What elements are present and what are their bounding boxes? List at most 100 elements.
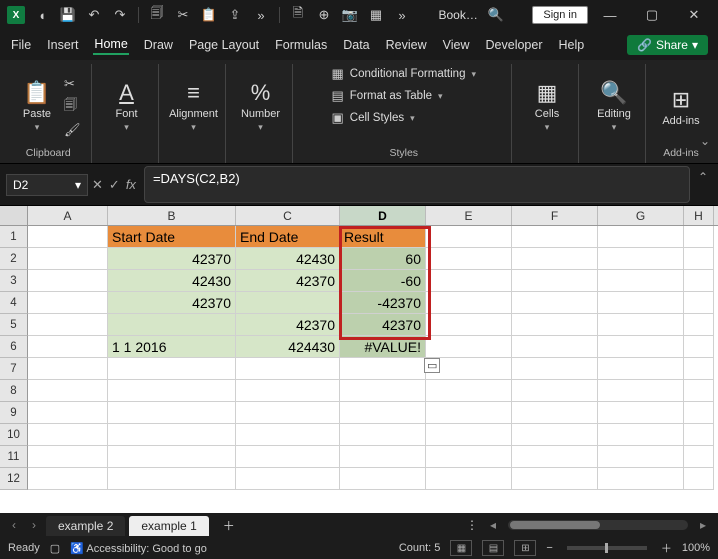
cell-D12[interactable]: [340, 468, 426, 490]
sheet-options-icon[interactable]: ⋮: [466, 518, 478, 532]
cell-G7[interactable]: [598, 358, 684, 380]
workbook-name[interactable]: Book…: [439, 8, 478, 22]
cell-H4[interactable]: [684, 292, 714, 314]
cell-F9[interactable]: [512, 402, 598, 424]
tab-developer[interactable]: Developer: [485, 36, 544, 54]
cell-C11[interactable]: [236, 446, 340, 468]
collapse-ribbon-icon[interactable]: ⌄: [700, 134, 710, 148]
cell-E10[interactable]: [426, 424, 512, 446]
cell-F8[interactable]: [512, 380, 598, 402]
cell-A2[interactable]: [28, 248, 108, 270]
cell-F12[interactable]: [512, 468, 598, 490]
view-page-layout-icon[interactable]: ▤: [482, 540, 504, 556]
tab-view[interactable]: View: [442, 36, 471, 54]
col-H[interactable]: H: [684, 206, 714, 225]
row-3[interactable]: 3: [0, 270, 28, 292]
cell-H12[interactable]: [684, 468, 714, 490]
cell-D6[interactable]: #VALUE!: [340, 336, 426, 358]
cell-C1[interactable]: End Date: [236, 226, 340, 248]
qat-more-1-icon[interactable]: »: [249, 3, 273, 27]
cell-B3[interactable]: 42430: [108, 270, 236, 292]
cell-A12[interactable]: [28, 468, 108, 490]
cell-F10[interactable]: [512, 424, 598, 446]
col-B[interactable]: B: [108, 206, 236, 225]
zoom-in-icon[interactable]: ＋: [661, 540, 672, 556]
row-12[interactable]: 12: [0, 468, 28, 490]
autosave-toggle[interactable]: ◖: [30, 3, 54, 27]
col-D[interactable]: D: [340, 206, 426, 225]
cell-B4[interactable]: 42370: [108, 292, 236, 314]
cell-C4[interactable]: [236, 292, 340, 314]
cell-D2[interactable]: 60: [340, 248, 426, 270]
cell-H8[interactable]: [684, 380, 714, 402]
cell-B2[interactable]: 42370: [108, 248, 236, 270]
number-button[interactable]: % Number ▾: [240, 80, 282, 133]
col-E[interactable]: E: [426, 206, 512, 225]
macro-record-icon[interactable]: ▢: [50, 542, 60, 555]
cell-C9[interactable]: [236, 402, 340, 424]
cell-H9[interactable]: [684, 402, 714, 424]
row-10[interactable]: 10: [0, 424, 28, 446]
cell-H6[interactable]: [684, 336, 714, 358]
cell-F4[interactable]: [512, 292, 598, 314]
zoom-level[interactable]: 100%: [682, 542, 710, 554]
select-all-corner[interactable]: [0, 206, 28, 225]
cell-F6[interactable]: [512, 336, 598, 358]
row-5[interactable]: 5: [0, 314, 28, 336]
accessibility-status[interactable]: ♿ Accessibility: Good to go: [70, 542, 207, 555]
tab-page-layout[interactable]: Page Layout: [188, 36, 260, 54]
cell-F5[interactable]: [512, 314, 598, 336]
cell-F1[interactable]: [512, 226, 598, 248]
sheet-tab-example-1[interactable]: example 1: [129, 516, 208, 536]
sign-in-button[interactable]: Sign in: [532, 6, 588, 24]
cell-H5[interactable]: [684, 314, 714, 336]
cells-button[interactable]: ▦ Cells ▾: [526, 80, 568, 133]
qat-cut-icon[interactable]: ✂: [171, 3, 195, 27]
tab-formulas[interactable]: Formulas: [274, 36, 328, 54]
cell-C12[interactable]: [236, 468, 340, 490]
cell-A8[interactable]: [28, 380, 108, 402]
row-7[interactable]: 7: [0, 358, 28, 380]
view-normal-icon[interactable]: ▦: [450, 540, 472, 556]
addins-button[interactable]: ⊞ Add-ins: [660, 87, 702, 127]
cell-F7[interactable]: [512, 358, 598, 380]
cell-G5[interactable]: [598, 314, 684, 336]
cell-B8[interactable]: [108, 380, 236, 402]
app-icon[interactable]: X: [4, 3, 28, 27]
cell-C8[interactable]: [236, 380, 340, 402]
cell-G12[interactable]: [598, 468, 684, 490]
qat-share-icon[interactable]: ⇪: [223, 3, 247, 27]
cell-E2[interactable]: [426, 248, 512, 270]
tab-review[interactable]: Review: [385, 36, 428, 54]
scroll-left-icon[interactable]: ◂: [484, 518, 502, 532]
tab-insert[interactable]: Insert: [46, 36, 79, 54]
autofill-options-icon[interactable]: ▭: [424, 358, 440, 373]
cell-E5[interactable]: [426, 314, 512, 336]
cell-A9[interactable]: [28, 402, 108, 424]
cell-B1[interactable]: Start Date: [108, 226, 236, 248]
copy-icon[interactable]: 🗐: [64, 96, 81, 118]
expand-formula-bar-icon[interactable]: ⌃: [694, 166, 712, 203]
cell-B10[interactable]: [108, 424, 236, 446]
cell-F2[interactable]: [512, 248, 598, 270]
cell-D9[interactable]: [340, 402, 426, 424]
qat-copy-icon[interactable]: 🗐: [145, 3, 169, 27]
search-icon[interactable]: 🔍: [484, 3, 508, 27]
cut-icon[interactable]: ✂: [64, 76, 81, 92]
maximize-button[interactable]: ▢: [632, 0, 672, 30]
font-button[interactable]: A Font ▾: [106, 80, 148, 133]
cell-A3[interactable]: [28, 270, 108, 292]
cell-C10[interactable]: [236, 424, 340, 446]
col-A[interactable]: A: [28, 206, 108, 225]
cell-F3[interactable]: [512, 270, 598, 292]
row-6[interactable]: 6: [0, 336, 28, 358]
cell-B9[interactable]: [108, 402, 236, 424]
sheet-nav-next[interactable]: ›: [26, 518, 42, 532]
cell-H10[interactable]: [684, 424, 714, 446]
cell-D7[interactable]: [340, 358, 426, 380]
cell-D3[interactable]: -60: [340, 270, 426, 292]
cell-C5[interactable]: 42370: [236, 314, 340, 336]
name-box[interactable]: D2▾: [6, 174, 88, 196]
cell-D5[interactable]: 42370: [340, 314, 426, 336]
cell-A6[interactable]: [28, 336, 108, 358]
